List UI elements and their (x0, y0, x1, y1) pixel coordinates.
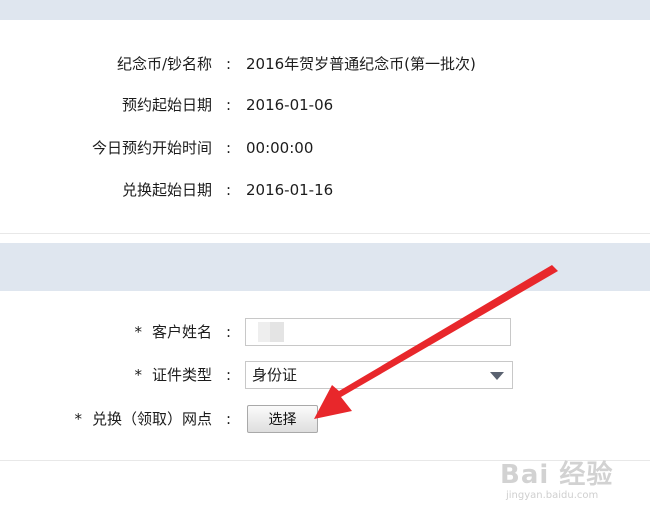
coin-name-label: 纪念币/钞名称 (116, 55, 212, 73)
required-mark: * (134, 366, 142, 384)
watermark-brand: Bai 经验 (500, 460, 614, 490)
today-open-label: 今日预约开始时间 (91, 139, 212, 157)
reserve-start-row: 预约起始日期 : 2016-01-06 (0, 93, 650, 117)
id-type-label: 证件类型 (151, 366, 212, 384)
reserve-start-value: 2016-01-06 (246, 96, 334, 114)
coin-name-row: 纪念币/钞名称 : 2016年贺岁普通纪念币(第一批次) (0, 52, 650, 76)
branch-label-wrap: * 兑换（领取）网点 (74, 407, 212, 431)
customer-name-label: 客户姓名 (151, 323, 212, 341)
section-divider (0, 233, 650, 234)
redacted-name-blur (258, 322, 270, 342)
today-open-row: 今日预约开始时间 : 00:00:00 (0, 136, 650, 160)
colon: : (226, 410, 232, 428)
today-open-value: 00:00:00 (246, 139, 314, 157)
baidu-jingyan-watermark: Bai 经验 jingyan.baidu.com (496, 452, 644, 510)
exchange-start-row: 兑换起始日期 : 2016-01-16 (0, 178, 650, 202)
customer-name-label-wrap: * 客户姓名 (134, 320, 212, 344)
reserve-start-label: 预约起始日期 (121, 96, 212, 114)
exchange-start-value: 2016-01-16 (246, 181, 334, 199)
exchange-start-label: 兑换起始日期 (121, 181, 212, 199)
colon: : (226, 366, 232, 384)
required-mark: * (134, 323, 142, 341)
branch-label: 兑换（领取）网点 (91, 410, 212, 428)
id-type-select[interactable]: 身份证 (245, 361, 513, 389)
colon: : (226, 96, 232, 114)
required-mark: * (74, 410, 82, 428)
colon: : (226, 55, 232, 73)
id-type-label-wrap: * 证件类型 (134, 363, 212, 387)
id-type-selected-value: 身份证 (252, 366, 298, 384)
colon: : (226, 323, 232, 341)
redacted-name-blur (270, 322, 284, 342)
coin-name-value: 2016年贺岁普通纪念币(第一批次) (246, 55, 476, 73)
customer-name-input[interactable] (245, 318, 511, 346)
colon: : (226, 181, 232, 199)
branch-row: * 兑换（领取）网点 : (0, 407, 650, 431)
form-section-header-band (0, 243, 650, 291)
top-header-band (0, 0, 650, 20)
colon: : (226, 139, 232, 157)
choose-branch-button[interactable]: 选择 (247, 405, 318, 433)
watermark-site: jingyan.baidu.com (506, 490, 599, 501)
chevron-down-icon[interactable] (490, 372, 504, 380)
